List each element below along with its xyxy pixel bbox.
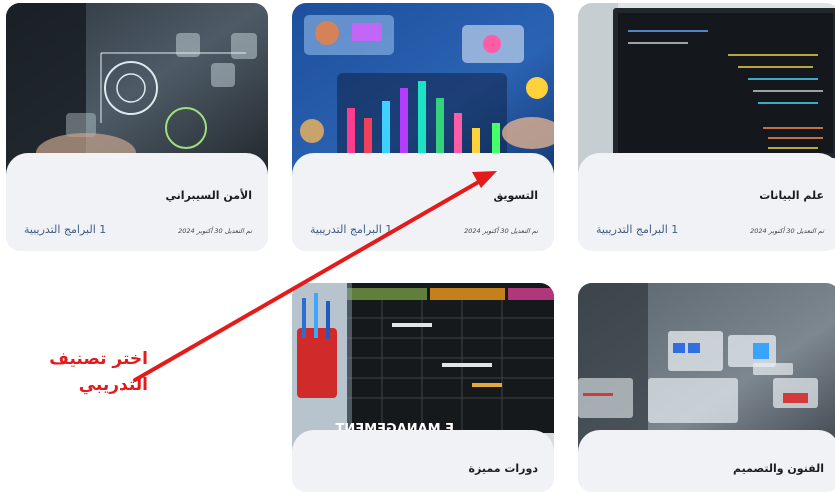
- category-card-arts-design[interactable]: الفنون والتصميم: [578, 283, 835, 492]
- cybersecurity-image: [6, 3, 268, 178]
- card-info: التسويق تم التعديل 30 أكتوبر 2024 1 البر…: [292, 153, 554, 251]
- marketing-image: [292, 3, 554, 178]
- category-title[interactable]: الأمن السيبراني: [166, 189, 252, 202]
- card-info: دورات مميزة: [292, 430, 554, 492]
- category-card-featured-courses[interactable]: E MANAGEMENT دورات مميزة: [292, 283, 554, 492]
- modified-date: تم التعديل 30 أكتوبر 2024: [750, 227, 824, 235]
- data-science-image: [578, 3, 835, 178]
- category-card-cybersecurity[interactable]: الأمن السيبراني تم التعديل 30 أكتوبر 202…: [6, 3, 268, 251]
- modified-date: تم التعديل 30 أكتوبر 2024: [178, 227, 252, 235]
- annotation-callout: اختر تصنيف التدريبي: [0, 346, 148, 398]
- category-card-data-science[interactable]: علم البيانات تم التعديل 30 أكتوبر 2024 1…: [578, 3, 835, 251]
- card-info: الأمن السيبراني تم التعديل 30 أكتوبر 202…: [6, 153, 268, 251]
- programs-count[interactable]: 1 البرامج التدريبية: [24, 223, 106, 236]
- callout-line-1: اختر تصنيف: [49, 349, 148, 369]
- card-info: علم البيانات تم التعديل 30 أكتوبر 2024 1…: [578, 153, 835, 251]
- card-info: الفنون والتصميم: [578, 430, 835, 492]
- modified-date: تم التعديل 30 أكتوبر 2024: [464, 227, 538, 235]
- programs-count[interactable]: 1 البرامج التدريبية: [310, 223, 392, 236]
- category-title[interactable]: التسويق: [493, 189, 538, 202]
- category-card-marketing[interactable]: التسويق تم التعديل 30 أكتوبر 2024 1 البر…: [292, 3, 554, 251]
- programs-count[interactable]: 1 البرامج التدريبية: [596, 223, 678, 236]
- category-title[interactable]: الفنون والتصميم: [733, 462, 824, 475]
- callout-line-2: التدريبي: [78, 375, 148, 395]
- category-title[interactable]: دورات مميزة: [469, 462, 538, 475]
- category-title[interactable]: علم البيانات: [759, 189, 824, 202]
